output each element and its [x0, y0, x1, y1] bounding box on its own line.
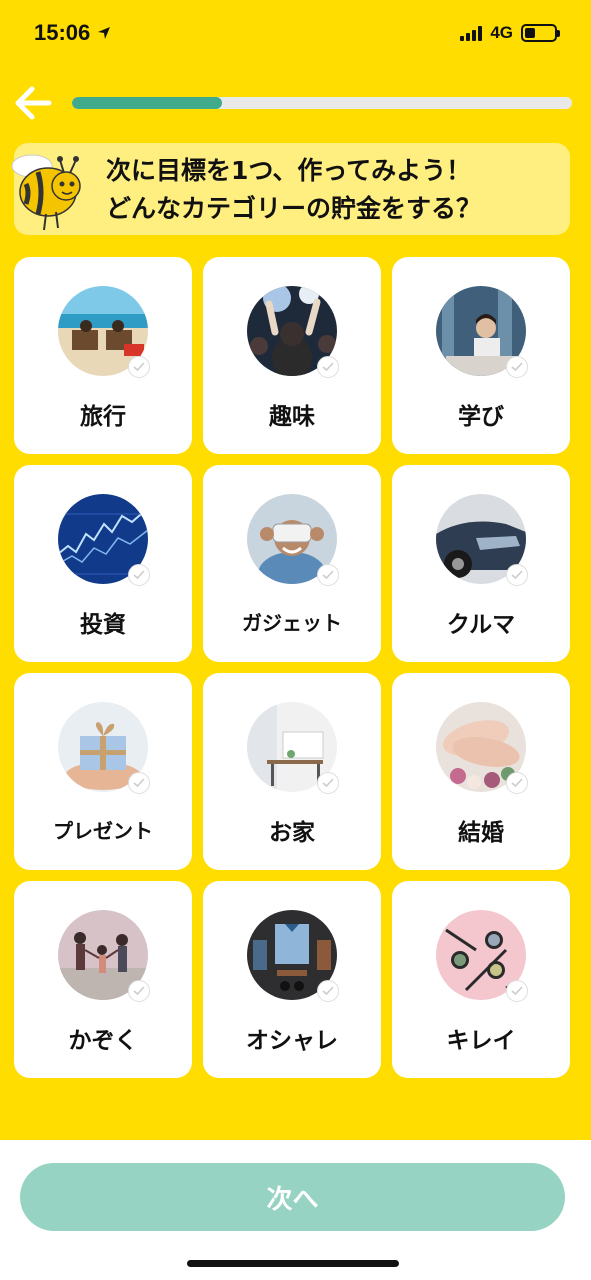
page-title: 次に目標を1つ、作ってみよう！ どんなカテゴリーの貯金をする？ — [106, 152, 566, 228]
category-label: 旅行 — [80, 404, 126, 430]
check-icon — [128, 772, 150, 794]
check-icon — [317, 980, 339, 1002]
category-card-family[interactable]: かぞく — [14, 881, 192, 1078]
bee-mascot-icon — [11, 154, 81, 231]
category-card-travel[interactable]: 旅行 — [14, 257, 192, 454]
signal-icon — [460, 25, 483, 41]
next-button[interactable]: 次へ — [20, 1163, 565, 1231]
battery-icon — [521, 24, 560, 42]
check-icon — [128, 356, 150, 378]
category-grid: 旅行 趣味 学び 投資 ガジェット クルマ プレゼント お家 結婚 かぞく オシ… — [14, 257, 570, 1078]
location-arrow-icon — [98, 27, 111, 39]
network-label: 4G — [490, 23, 513, 42]
back-arrow-icon — [15, 86, 52, 120]
category-label: かぞく — [68, 1028, 138, 1054]
check-icon — [506, 980, 528, 1002]
category-card-car[interactable]: クルマ — [392, 465, 570, 662]
title-line-2: どんなカテゴリーの貯金をする？ — [106, 194, 482, 223]
category-card-hobby[interactable]: 趣味 — [203, 257, 381, 454]
category-card-gadget[interactable]: ガジェット — [203, 465, 381, 662]
category-label: キレイ — [446, 1028, 516, 1054]
check-icon — [317, 564, 339, 586]
category-label: オシャレ — [246, 1028, 338, 1054]
check-icon — [128, 980, 150, 1002]
category-label: クルマ — [446, 612, 516, 638]
check-icon — [317, 772, 339, 794]
category-label: 結婚 — [458, 820, 504, 846]
category-label: ガジェット — [242, 611, 342, 635]
category-label: プレゼント — [53, 819, 153, 843]
progress-fill — [72, 97, 222, 109]
progress-bar — [72, 97, 572, 109]
check-icon — [506, 772, 528, 794]
check-icon — [128, 564, 150, 586]
category-label: お家 — [269, 820, 315, 846]
status-right: 4G — [460, 23, 560, 43]
check-icon — [317, 356, 339, 378]
status-bar: 15:06 4G — [0, 0, 591, 66]
status-time: 15:06 — [34, 20, 112, 46]
category-label: 学び — [458, 404, 504, 430]
category-card-investment[interactable]: 投資 — [14, 465, 192, 662]
title-line-1: 次に目標を1つ、作ってみよう！ — [106, 156, 472, 185]
category-card-fashion[interactable]: オシャレ — [203, 881, 381, 1078]
category-card-present[interactable]: プレゼント — [14, 673, 192, 870]
check-icon — [506, 356, 528, 378]
home-indicator — [187, 1260, 399, 1267]
status-time-text: 15:06 — [34, 20, 91, 45]
category-card-study[interactable]: 学び — [392, 257, 570, 454]
category-label: 投資 — [80, 612, 126, 638]
category-card-beauty[interactable]: キレイ — [392, 881, 570, 1078]
check-icon — [506, 564, 528, 586]
category-card-wedding[interactable]: 結婚 — [392, 673, 570, 870]
category-label: 趣味 — [269, 404, 315, 430]
back-button[interactable] — [12, 82, 54, 124]
category-card-home[interactable]: お家 — [203, 673, 381, 870]
